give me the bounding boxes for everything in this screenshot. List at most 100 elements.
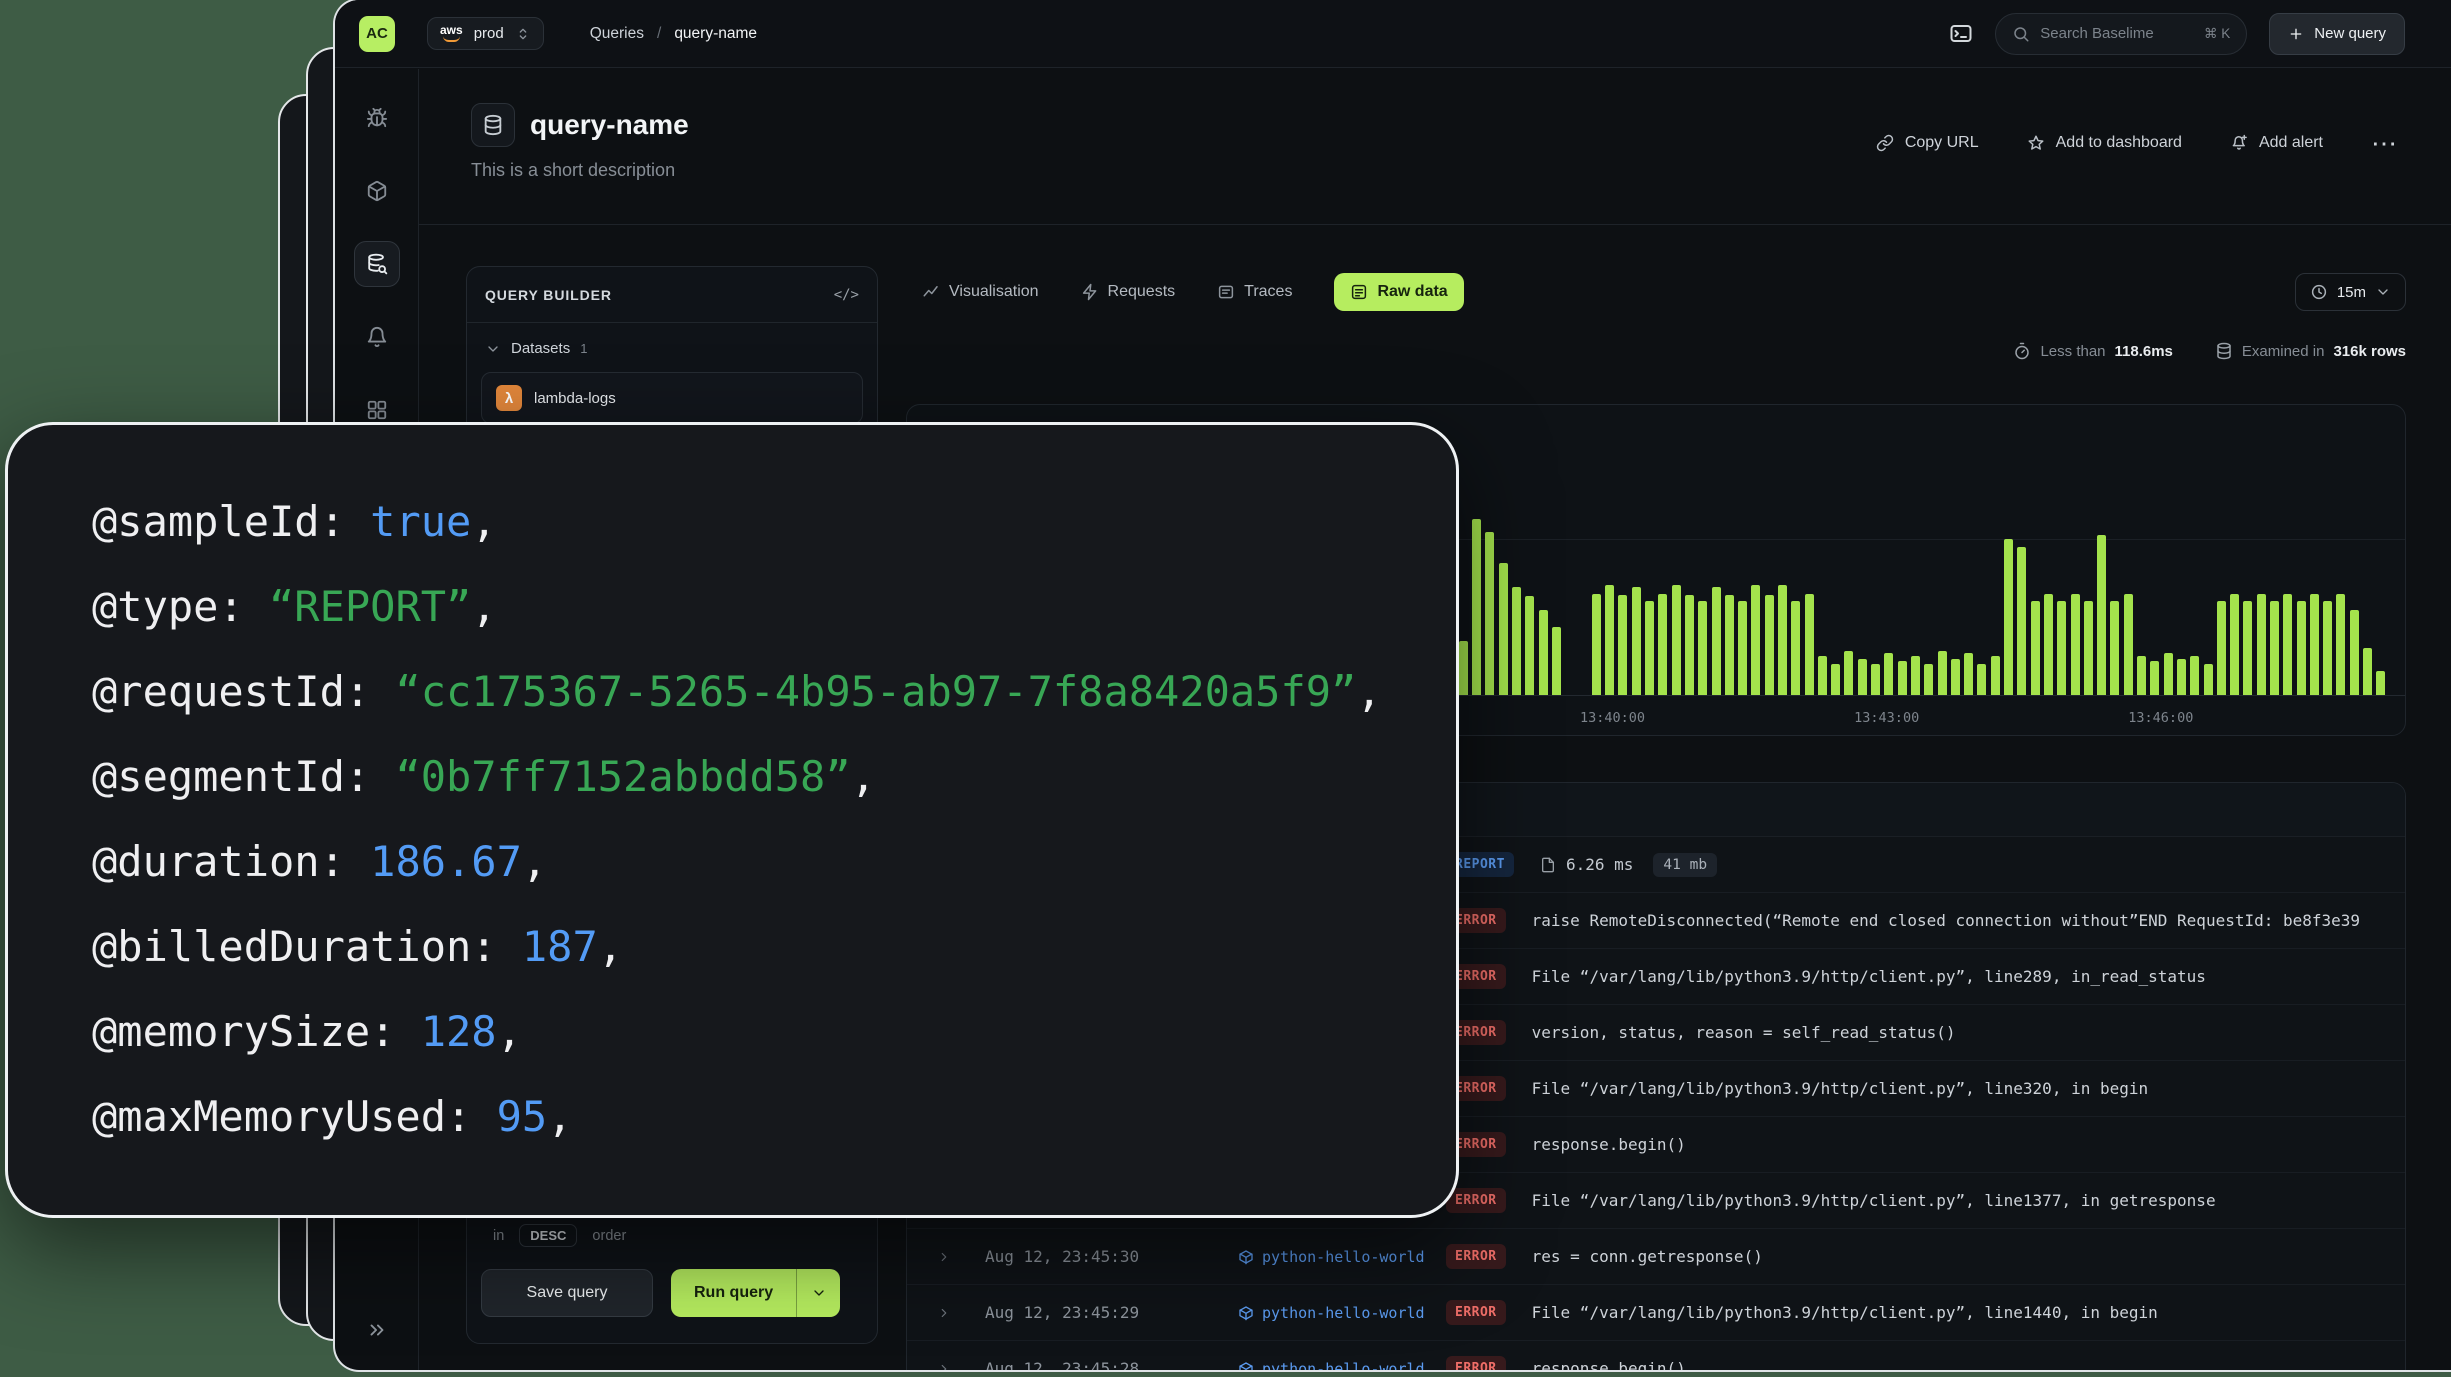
chart-bar[interactable] [2376,671,2385,695]
save-query-button[interactable]: Save query [481,1269,653,1317]
service-badge[interactable]: python-hello-world [1238,1360,1446,1373]
chevron-right-icon[interactable] [937,1250,985,1264]
chart-bar[interactable] [1485,532,1494,695]
new-query-button[interactable]: New query [2269,13,2405,55]
chart-bar[interactable] [1858,659,1867,695]
chart-bar[interactable] [1871,664,1880,695]
chart-bar[interactable] [2257,594,2266,695]
add-alert-button[interactable]: Add alert [2230,134,2323,152]
chart-bar[interactable] [1738,601,1747,695]
chart-bar[interactable] [2350,610,2359,695]
chart-bar[interactable] [2110,601,2119,695]
chart-bar[interactable] [1499,563,1508,695]
chart-bar[interactable] [1964,653,1973,695]
chart-bar[interactable] [1938,651,1947,695]
chart-bar[interactable] [1658,594,1667,695]
chart-bar[interactable] [2150,661,2159,695]
service-badge[interactable]: python-hello-world [1238,1304,1446,1322]
log-row[interactable]: Aug 12, 23:45:29python-hello-worldERRORF… [907,1285,2405,1341]
sidebar-item-queries[interactable] [354,241,400,287]
sidebar-item-debug[interactable] [354,95,400,141]
chart-bar[interactable] [1632,587,1641,695]
dataset-item-lambda-logs[interactable]: λ lambda-logs [481,372,863,424]
chart-bar[interactable] [1765,595,1774,695]
chart-bar[interactable] [2044,594,2053,695]
environment-selector[interactable]: aws prod [427,17,544,50]
tab-requests[interactable]: Requests [1081,283,1176,301]
chart-bar[interactable] [1831,664,1840,695]
chart-bar[interactable] [2190,656,2199,695]
chart-bar[interactable] [2217,601,2226,695]
chart-bar[interactable] [2204,664,2213,695]
chart-bar[interactable] [1605,585,1614,695]
service-badge[interactable]: python-hello-world [1238,1248,1446,1266]
chart-bar[interactable] [2310,594,2319,695]
run-query-button[interactable]: Run query [671,1269,796,1317]
chart-bar[interactable] [1685,595,1694,695]
tab-traces[interactable]: Traces [1217,283,1292,301]
chart-bar[interactable] [1725,595,1734,695]
chart-bar[interactable] [2243,601,2252,695]
chart-bar[interactable] [1459,641,1468,695]
chart-bar[interactable] [2137,656,2146,695]
sort-direction-select[interactable]: DESC [519,1224,577,1247]
chart-bar[interactable] [2004,539,2013,695]
chart-bar[interactable] [2230,594,2239,695]
chart-bar[interactable] [1472,519,1481,695]
chart-bar[interactable] [1698,601,1707,695]
search-input[interactable]: Search Baselime ⌘ K [1995,13,2247,55]
log-row[interactable]: Aug 12, 23:45:30python-hello-worldERRORr… [907,1229,2405,1285]
sidebar-item-alerts[interactable] [354,314,400,360]
chart-bar[interactable] [1898,661,1907,695]
chart-bar[interactable] [1791,601,1800,695]
more-options-button[interactable]: ⋯ [2371,133,2399,153]
chevron-right-icon[interactable] [937,1306,985,1320]
chart-bar[interactable] [1818,656,1827,695]
chart-bar[interactable] [1778,585,1787,695]
chart-bar[interactable] [2031,601,2040,695]
datasets-section-toggle[interactable]: Datasets 1 [467,323,877,368]
chart-bar[interactable] [2164,653,2173,695]
chart-bar[interactable] [1951,659,1960,695]
copy-url-button[interactable]: Copy URL [1876,134,1979,152]
chart-bar[interactable] [1618,595,1627,695]
chart-bar[interactable] [1552,627,1561,695]
sidebar-item-resources[interactable] [354,168,400,214]
run-query-dropdown[interactable] [796,1269,840,1317]
chart-bar[interactable] [1539,610,1548,695]
chart-bar[interactable] [2084,601,2093,695]
sidebar-expand-button[interactable] [354,1310,400,1350]
chart-bar[interactable] [1592,594,1601,695]
code-view-toggle[interactable]: </> [834,287,859,303]
tab-raw-data[interactable]: Raw data [1334,273,1463,311]
breadcrumb-section[interactable]: Queries [590,25,644,43]
add-to-dashboard-button[interactable]: Add to dashboard [2027,134,2182,152]
chart-bar[interactable] [2323,601,2332,695]
chart-bar[interactable] [1911,656,1920,695]
chart-bar[interactable] [2336,594,2345,695]
user-avatar[interactable]: AC [359,16,395,52]
chart-bar[interactable] [1751,585,1760,695]
chart-bar[interactable] [2097,535,2106,695]
chart-bar[interactable] [1991,656,2000,695]
tab-visualisation[interactable]: Visualisation [922,283,1039,301]
chart-bar[interactable] [1977,664,1986,695]
chart-bar[interactable] [1924,664,1933,695]
chart-bar[interactable] [1844,651,1853,695]
chart-bar[interactable] [1645,601,1654,695]
chart-bar[interactable] [2057,601,2066,695]
chart-bar[interactable] [2270,601,2279,695]
time-range-selector[interactable]: 15m [2295,273,2406,311]
chart-bar[interactable] [2017,547,2026,695]
chart-bar[interactable] [2124,594,2133,695]
chart-bar[interactable] [2283,594,2292,695]
chart-bar[interactable] [1672,585,1681,695]
chart-bar[interactable] [1512,587,1521,695]
log-row[interactable]: Aug 12, 23:45:28python-hello-worldERRORr… [907,1341,2405,1372]
chart-bar[interactable] [1525,596,1534,695]
chart-bar[interactable] [1805,594,1814,695]
chart-bar[interactable] [2071,594,2080,695]
chart-bar[interactable] [2363,648,2372,695]
chevron-right-icon[interactable] [937,1362,985,1373]
chart-bar[interactable] [1712,587,1721,695]
